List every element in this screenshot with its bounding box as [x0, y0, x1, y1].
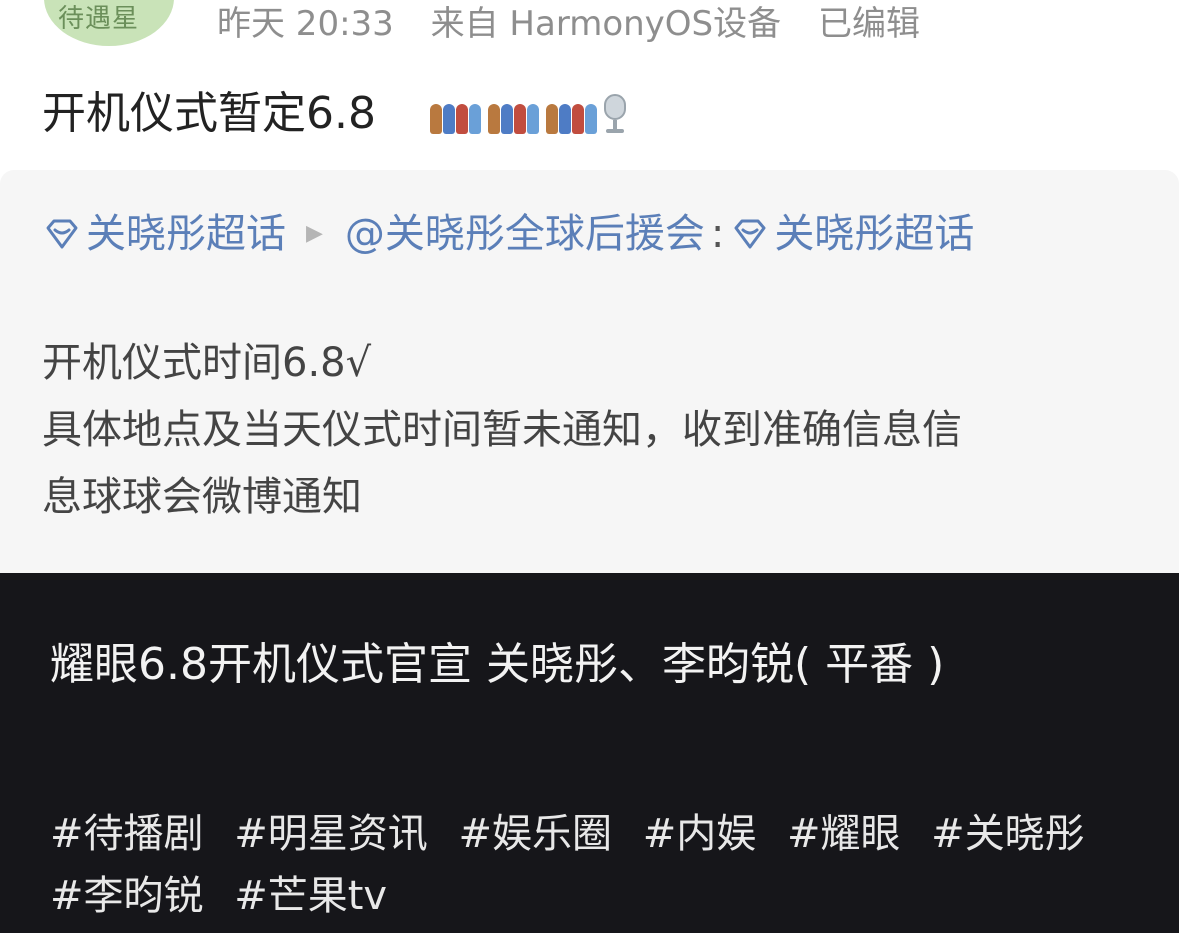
post-emojis: [430, 88, 626, 140]
super-topic-link[interactable]: 关晓彤超话: [86, 206, 286, 262]
post-time: 昨天 20:33: [217, 4, 394, 44]
post-meta: 昨天 20:33 来自 HarmonyOS设备 已编辑: [217, 2, 946, 46]
repost-source-line: 关晓彤超话 ▶ @关晓彤全球后援会 : 关晓彤超话: [42, 206, 974, 262]
hashtag[interactable]: #芒果tv: [234, 873, 387, 919]
repost-line: 具体地点及当天仪式时间暂未通知，收到准确信息信: [42, 407, 962, 453]
super-topic-link-2[interactable]: 关晓彤超话: [774, 206, 974, 262]
hashtag[interactable]: #娱乐圈: [458, 811, 612, 857]
hashtag[interactable]: #内娱: [643, 811, 757, 857]
avatar-text: 待遇星: [58, 4, 140, 34]
colon: :: [710, 211, 725, 257]
hashtag[interactable]: #关晓彤: [931, 811, 1085, 857]
repost-card[interactable]: 关晓彤超话 ▶ @关晓彤全球后援会 : 关晓彤超话 开机仪式时间6.8√ 具体地…: [0, 170, 1179, 573]
weibo-post: 待遇星 昨天 20:33 来自 HarmonyOS设备 已编辑 开机仪式暂定6.…: [0, 0, 1179, 573]
post-source: 来自 HarmonyOS设备: [430, 4, 782, 44]
hashtag[interactable]: #耀眼: [787, 811, 901, 857]
video-title: 耀眼6.8开机仪式官宣 关晓彤、李昀锐( 平番 ): [50, 639, 945, 690]
avatar[interactable]: 待遇星: [44, 0, 174, 46]
repost-body: 开机仪式时间6.8√ 具体地点及当天仪式时间暂未通知，收到准确信息信 息球球会微…: [42, 330, 1152, 531]
arrow-right-icon: ▶: [306, 221, 323, 246]
video-info-panel: 耀眼6.8开机仪式官宣 关晓彤、李昀锐( 平番 ) #待播剧 #明星资讯 #娱乐…: [0, 573, 1179, 933]
microphone-emoji: [604, 94, 626, 134]
people-group-emoji: [546, 94, 598, 134]
people-group-emoji: [430, 94, 482, 134]
people-group-emoji: [488, 94, 540, 134]
edited-label[interactable]: 已编辑: [818, 4, 920, 44]
tag-list: #待播剧 #明星资讯 #娱乐圈 #内娱 #耀眼 #关晓彤 #李昀锐 #芒果tv: [50, 803, 1140, 927]
super-topic-icon: [46, 219, 78, 249]
post-text: 开机仪式暂定6.8: [42, 88, 376, 139]
hashtag[interactable]: #明星资讯: [234, 811, 428, 857]
hashtag[interactable]: #待播剧: [50, 811, 204, 857]
super-topic-icon: [734, 219, 766, 249]
repost-line: 息球球会微博通知: [42, 474, 362, 520]
hashtag[interactable]: #李昀锐: [50, 873, 204, 919]
repost-line: 开机仪式时间6.8√: [42, 340, 372, 386]
repost-author-link[interactable]: @关晓彤全球后援会: [345, 206, 705, 262]
